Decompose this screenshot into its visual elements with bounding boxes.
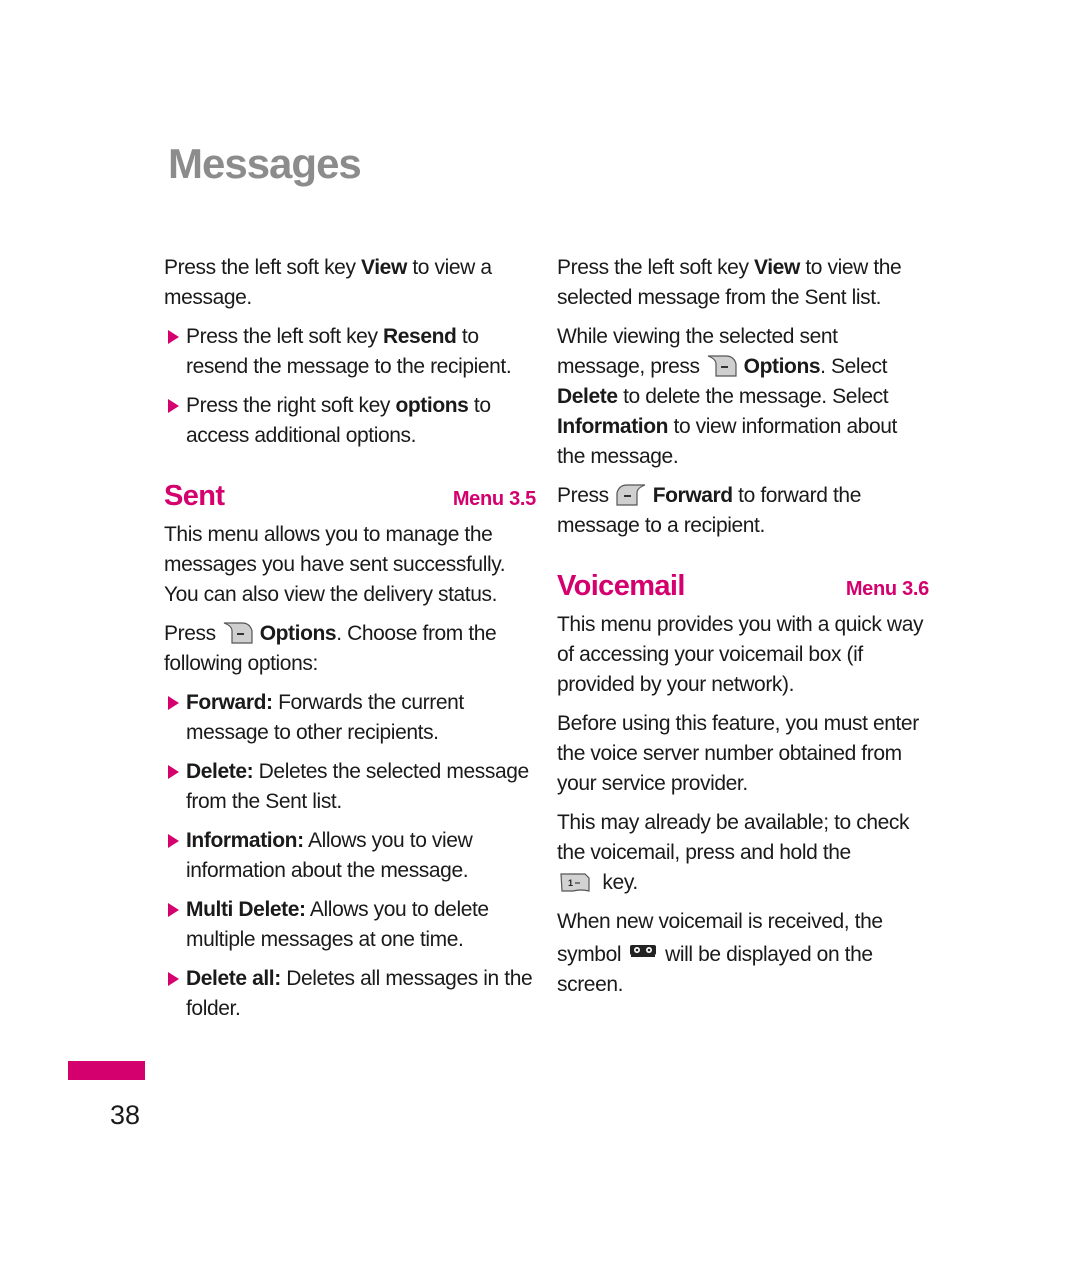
bullet-triangle-icon xyxy=(168,330,179,344)
right-soft-key-icon xyxy=(222,621,254,645)
sent-menu-number: Menu 3.5 xyxy=(452,488,536,510)
bullet-triangle-icon xyxy=(168,903,179,917)
option-forward: Forward: Forwards the current message to… xyxy=(164,688,536,748)
bullet-triangle-icon xyxy=(168,696,179,710)
forward-paragraph: Press Forward to forward the message to a… xyxy=(557,483,861,537)
sent-description: This menu allows you to manage the messa… xyxy=(164,523,506,606)
sent-press-options: Press Options. Choose from the following … xyxy=(164,621,497,675)
one-key-icon: 1 xyxy=(559,870,591,894)
options-paragraph: While viewing the selected sent message,… xyxy=(557,325,897,468)
option-information: Information: Allows you to view informat… xyxy=(164,826,536,886)
bullet-options: Press the right soft key options to acce… xyxy=(164,391,536,451)
sent-title: Sent xyxy=(164,480,225,512)
voicemail-menu-number: Menu 3.6 xyxy=(845,578,929,600)
svg-text:1: 1 xyxy=(568,878,573,888)
view-sent-paragraph: Press the left soft key View to view the… xyxy=(557,256,902,309)
sent-section-header: Sent Menu 3.5 xyxy=(164,481,536,514)
voicemail-check-note: This may already be available; to check … xyxy=(557,811,910,894)
bullet-triangle-icon xyxy=(168,972,179,986)
option-multi-delete: Multi Delete: Allows you to delete multi… xyxy=(164,895,536,955)
option-delete-all: Delete all: Deletes all messages in the … xyxy=(164,964,536,1024)
option-delete: Delete: Deletes the selected message fro… xyxy=(164,757,536,817)
voicemail-symbol-note: When new voicemail is received, the symb… xyxy=(557,910,883,996)
bullet-resend: Press the left soft key Resend to resend… xyxy=(164,322,536,382)
voicemail-symbol-icon xyxy=(629,937,657,957)
voicemail-title: Voicemail xyxy=(557,570,685,602)
left-soft-key-icon xyxy=(615,483,647,507)
voicemail-server-note: Before using this feature, you must ente… xyxy=(557,712,919,795)
bullet-triangle-icon xyxy=(168,399,179,413)
voicemail-description: This menu provides you with a quick way … xyxy=(557,613,924,696)
page-number: 38 xyxy=(110,1100,141,1130)
right-column: Press the left soft key View to view the… xyxy=(557,253,929,1009)
left-column: Press the left soft key View to view a m… xyxy=(164,253,536,1033)
right-soft-key-icon xyxy=(706,354,738,378)
voicemail-section-header: Voicemail Menu 3.6 xyxy=(557,571,929,604)
bullet-triangle-icon xyxy=(168,834,179,848)
page-tab-marker xyxy=(68,1061,145,1080)
page-title: Messages xyxy=(168,140,362,187)
bullet-triangle-icon xyxy=(168,765,179,779)
intro-paragraph: Press the left soft key View to view a m… xyxy=(164,256,492,309)
